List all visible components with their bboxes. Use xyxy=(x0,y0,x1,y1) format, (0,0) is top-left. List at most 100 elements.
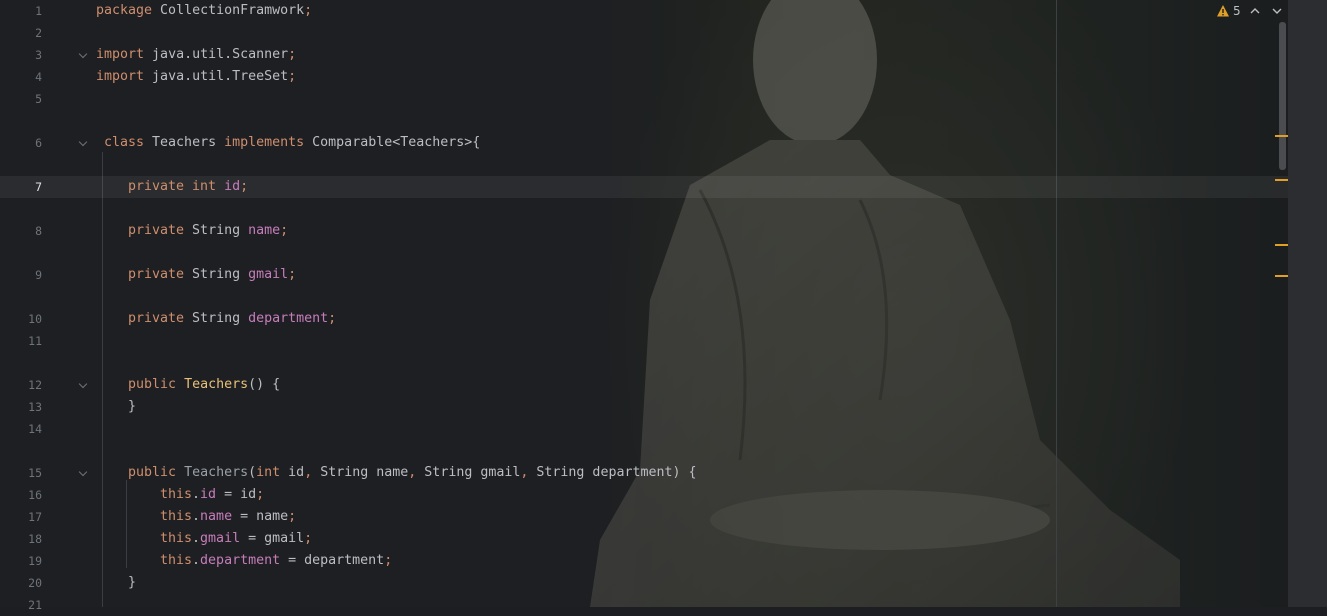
line-number[interactable]: 4 xyxy=(0,66,42,88)
code-text[interactable]: } xyxy=(128,396,136,418)
line-number[interactable]: 20 xyxy=(0,572,42,594)
code-text[interactable]: private String name; xyxy=(128,220,288,242)
fold-chevron-icon[interactable] xyxy=(78,467,88,477)
code-token: id xyxy=(280,465,305,480)
line-number[interactable]: 18 xyxy=(0,528,42,550)
code-line[interactable]: 12 public Teachers() { xyxy=(0,374,1288,396)
code-line[interactable]: 15 public Teachers(int id, String name, S… xyxy=(0,462,1288,484)
code-line[interactable]: 16 this.id = id; xyxy=(0,484,1288,506)
line-number[interactable]: 19 xyxy=(0,550,42,572)
code-line[interactable]: 17 this.name = name; xyxy=(0,506,1288,528)
code-line[interactable]: 18 this.gmail = gmail; xyxy=(0,528,1288,550)
code-line[interactable]: 13} xyxy=(0,396,1288,418)
code-token: String xyxy=(184,223,249,238)
code-line[interactable]: 21 xyxy=(0,594,1288,616)
code-text[interactable]: class Teachers implements Comparable<Tea… xyxy=(104,132,480,154)
line-number[interactable]: 13 xyxy=(0,396,42,418)
code-token: gmail xyxy=(248,267,289,282)
line-number[interactable]: 5 xyxy=(0,88,42,110)
line-number[interactable]: 21 xyxy=(0,594,42,616)
code-token: String xyxy=(184,311,249,326)
line-number[interactable]: 1 xyxy=(0,0,42,22)
line-number[interactable]: 12 xyxy=(0,374,42,396)
code-text[interactable]: private String gmail; xyxy=(128,264,296,286)
code-line[interactable]: 14 xyxy=(0,418,1288,440)
line-number[interactable]: 3 xyxy=(0,44,42,66)
code-text[interactable]: public Teachers() { xyxy=(128,374,280,396)
code-token: . xyxy=(192,553,201,568)
code-token: package xyxy=(96,3,153,18)
chevron-down-icon[interactable] xyxy=(1269,3,1285,19)
warning-count: 5 xyxy=(1233,4,1241,18)
line-number[interactable]: 10 xyxy=(0,308,42,330)
code-token: ; xyxy=(288,509,297,524)
code-line[interactable]: 7 private int id; xyxy=(0,176,1288,198)
code-text[interactable]: this.department = department; xyxy=(160,550,392,572)
line-number[interactable]: 9 xyxy=(0,264,42,286)
code-token: String name xyxy=(312,465,409,480)
fold-chevron-icon[interactable] xyxy=(78,379,88,389)
code-line[interactable]: 2 xyxy=(0,22,1288,44)
code-token: this xyxy=(160,487,193,502)
code-line[interactable]: 3 import java.util.Scanner; xyxy=(0,44,1288,66)
code-line[interactable]: 19 this.department = department; xyxy=(0,550,1288,572)
code-text[interactable]: public Teachers(int id, String name, Str… xyxy=(128,462,697,484)
warning-marker[interactable] xyxy=(1275,244,1288,246)
code-line[interactable]: 11 xyxy=(0,330,1288,352)
code-line[interactable]: 6 class Teachers implements Comparable<Te… xyxy=(0,132,1288,154)
code-token: this xyxy=(160,553,193,568)
code-token: java.util.TreeSet xyxy=(144,69,289,84)
code-line[interactable]: 9 private String gmail; xyxy=(0,264,1288,286)
code-token: = id xyxy=(216,487,257,502)
code-token: Teachers xyxy=(184,465,249,480)
inspections-widget[interactable]: 5 xyxy=(1216,2,1285,20)
code-text[interactable]: private String department; xyxy=(128,308,336,330)
line-number[interactable]: 14 xyxy=(0,418,42,440)
code-token: this xyxy=(160,531,193,546)
code-token: = gmail xyxy=(240,531,305,546)
warning-marker[interactable] xyxy=(1275,179,1288,181)
code-token: import xyxy=(96,69,145,84)
code-text[interactable]: this.gmail = gmail; xyxy=(160,528,312,550)
line-number[interactable]: 6 xyxy=(0,132,42,154)
warning-marker[interactable] xyxy=(1275,135,1288,137)
code-text[interactable]: package CollectionFramwork; xyxy=(96,0,312,22)
line-number[interactable]: 2 xyxy=(0,22,42,44)
code-token: = name xyxy=(232,509,289,524)
line-number[interactable]: 7 xyxy=(0,176,42,198)
code-text[interactable]: import java.util.TreeSet; xyxy=(96,66,296,88)
code-token: public xyxy=(128,377,177,392)
line-number[interactable]: 8 xyxy=(0,220,42,242)
code-text[interactable]: this.id = id; xyxy=(160,484,264,506)
line-number[interactable]: 17 xyxy=(0,506,42,528)
code-text[interactable]: import java.util.Scanner; xyxy=(96,44,296,66)
code-token: , xyxy=(304,465,313,480)
code-text[interactable]: private int id; xyxy=(128,176,248,198)
code-text[interactable]: this.name = name; xyxy=(160,506,296,528)
warning-triangle-icon xyxy=(1217,5,1229,17)
code-token: ; xyxy=(288,47,297,62)
code-line[interactable]: 1 package CollectionFramwork; xyxy=(0,0,1288,22)
line-number[interactable]: 15 xyxy=(0,462,42,484)
code-line[interactable]: 8 private String name; xyxy=(0,220,1288,242)
code-line[interactable]: 10 private String department; xyxy=(0,308,1288,330)
code-line[interactable]: 5 xyxy=(0,88,1288,110)
fold-chevron-icon[interactable] xyxy=(78,137,88,147)
code-token: private xyxy=(128,267,185,282)
fold-chevron-icon[interactable] xyxy=(78,49,88,59)
code-token: String department) { xyxy=(528,465,697,480)
line-number[interactable]: 16 xyxy=(0,484,42,506)
code-token: ; xyxy=(384,553,393,568)
code-token: id xyxy=(200,487,217,502)
code-editor[interactable]: 1 package CollectionFramwork; 2 3 import jav… xyxy=(0,0,1288,612)
code-text[interactable]: } xyxy=(128,572,136,594)
warning-marker[interactable] xyxy=(1275,275,1288,277)
code-line[interactable]: 4 import java.util.TreeSet; xyxy=(0,66,1288,88)
line-number[interactable]: 11 xyxy=(0,330,42,352)
code-line[interactable]: 20} xyxy=(0,572,1288,594)
vertical-scrollbar[interactable] xyxy=(1279,22,1286,170)
chevron-up-icon[interactable] xyxy=(1247,3,1263,19)
code-token: String gmail xyxy=(416,465,521,480)
